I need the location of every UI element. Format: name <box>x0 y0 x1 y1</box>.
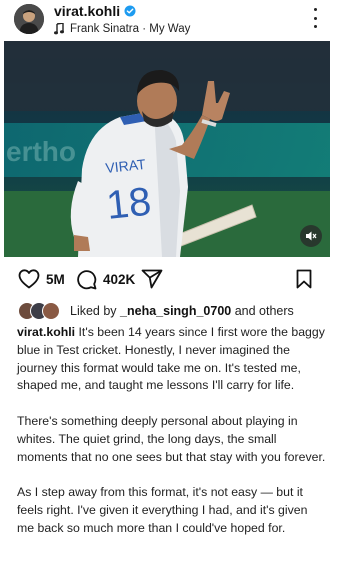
caption-username[interactable]: virat.kohli <box>17 325 75 339</box>
comment-button[interactable]: 402K <box>76 266 135 292</box>
liked-by-user[interactable]: _neha_singh_0700 <box>120 304 231 318</box>
post-actions: 5M 402K <box>0 266 344 292</box>
user-info: virat.kohli Frank Sinatra · My Way <box>54 2 190 37</box>
post-image[interactable]: ertho VIRAT 18 <box>4 41 330 257</box>
liked-by-prefix: Liked by <box>70 304 117 318</box>
caption-paragraph-1: virat.kohli It's been 14 years since I f… <box>17 324 327 395</box>
audio-track[interactable]: Frank Sinatra · My Way <box>54 21 190 37</box>
jersey-number: 18 <box>104 180 153 228</box>
more-vertical-icon[interactable] <box>312 8 318 28</box>
like-button[interactable]: 5M <box>18 266 65 292</box>
send-icon <box>141 269 163 289</box>
audio-label: Frank Sinatra · My Way <box>70 23 191 35</box>
mute-icon[interactable] <box>300 225 322 247</box>
heart-icon <box>18 269 40 289</box>
verified-badge-icon <box>124 5 136 17</box>
bookmark-icon <box>296 269 312 289</box>
liked-by-avatars <box>18 302 64 320</box>
liked-by-row[interactable]: Liked by _neha_singh_0700 and others <box>18 301 294 321</box>
comment-count: 402K <box>103 271 136 287</box>
liked-avatar <box>42 302 60 320</box>
post-header: virat.kohli Frank Sinatra · My Way <box>0 0 344 44</box>
liked-by-suffix: and others <box>234 304 294 318</box>
share-button[interactable] <box>141 266 163 292</box>
caption: virat.kohli It's been 14 years since I f… <box>17 324 327 555</box>
svg-text:ertho: ertho <box>6 136 76 167</box>
comment-icon <box>77 269 97 289</box>
like-count: 5M <box>46 271 65 287</box>
liked-by-text: Liked by _neha_singh_0700 and others <box>70 304 294 318</box>
username[interactable]: virat.kohli <box>54 3 120 19</box>
caption-paragraph-3: As I step away from this format, it's no… <box>17 485 308 535</box>
caption-paragraph-2: There's something deeply personal about … <box>17 413 326 464</box>
save-button[interactable] <box>296 266 312 292</box>
profile-avatar[interactable] <box>14 4 44 34</box>
music-note-icon <box>54 23 64 35</box>
